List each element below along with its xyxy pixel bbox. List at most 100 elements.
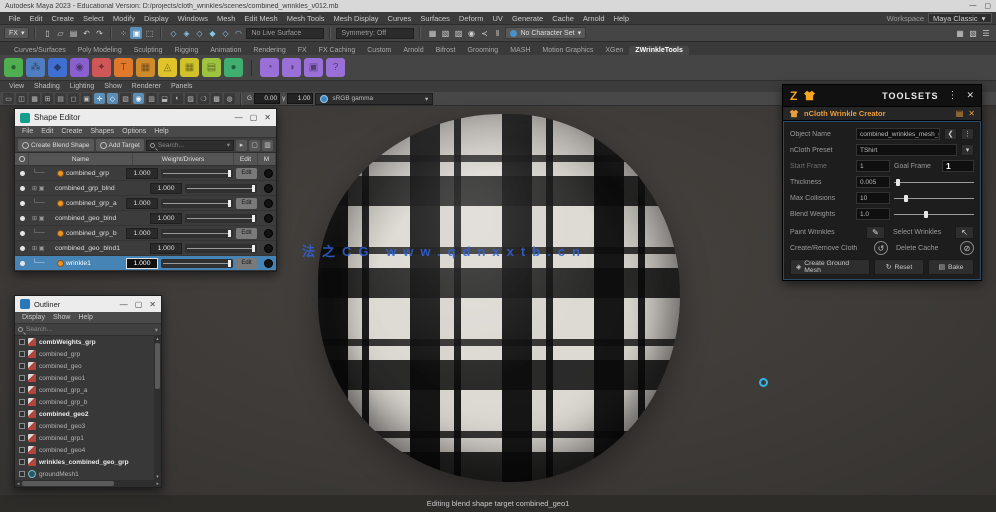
plaid-cloth-object[interactable]: [318, 114, 680, 482]
select-object-icon[interactable]: ▣: [130, 27, 143, 39]
visibility-checkbox[interactable]: [19, 435, 25, 441]
edit-target-button[interactable]: Edit: [236, 257, 257, 269]
field-shelf-icon[interactable]: ●: [224, 58, 243, 77]
workspace-selector[interactable]: Maya Classic ▾: [928, 13, 992, 23]
menu-item[interactable]: Curves: [383, 14, 416, 23]
shelf-tab[interactable]: Grooming: [461, 46, 504, 55]
combined_geo3[interactable]: combined_geo3: [15, 420, 154, 432]
combined_grp_b[interactable]: └── combined_grp_b 1.000 Edit: [15, 226, 276, 241]
shelf-tab[interactable]: Animation: [204, 46, 247, 55]
shape-name[interactable]: combined_geo_blnd: [55, 215, 150, 222]
2d-pan-zoom-icon[interactable]: ◻: [68, 93, 79, 104]
select-hierarchy-icon[interactable]: ⁘: [117, 27, 129, 39]
combined_geo1[interactable]: combined_geo1: [15, 372, 154, 384]
shape-editor-menu-item[interactable]: Options: [118, 128, 150, 135]
slider-handle[interactable]: [895, 179, 900, 186]
options-menu-button[interactable]: ⋮: [961, 128, 974, 140]
exposure-field[interactable]: 0.00: [254, 93, 281, 104]
character-set-selector[interactable]: No Character Set ▾: [505, 27, 587, 39]
row-radio[interactable]: [15, 230, 29, 236]
menu-item[interactable]: File: [4, 14, 25, 23]
node-name[interactable]: combined_grp1: [39, 435, 84, 442]
max-collisions-slider[interactable]: [894, 193, 974, 203]
select-cursor-button[interactable]: ↖: [955, 225, 974, 239]
slider-handle[interactable]: [251, 214, 255, 222]
edit-target-button[interactable]: Edit: [236, 227, 257, 239]
groundMesh1[interactable]: groundMesh1: [15, 468, 154, 480]
lock-camera-icon[interactable]: ◫: [16, 93, 27, 104]
menu-item[interactable]: Mesh Display: [329, 14, 383, 23]
slider-handle[interactable]: [251, 244, 255, 252]
channel-box-icon[interactable]: ☰: [980, 27, 992, 39]
node-name[interactable]: combined_geo1: [39, 375, 85, 382]
lattice-shelf-icon[interactable]: ▦: [136, 58, 155, 77]
nucleus-shelf-icon[interactable]: ◉: [70, 58, 89, 77]
visibility-checkbox[interactable]: [19, 423, 25, 429]
field-chart-icon[interactable]: ▥: [146, 93, 157, 104]
weight-value-field[interactable]: 1.000: [126, 227, 158, 239]
slider-handle[interactable]: [227, 259, 231, 267]
image-plane-icon[interactable]: ▤: [55, 93, 66, 104]
blend-weights-slider[interactable]: [894, 209, 974, 219]
add-target-button[interactable]: Add Target: [95, 139, 144, 151]
blend-weights-field[interactable]: 1.0: [856, 208, 890, 220]
visibility-checkbox[interactable]: [19, 459, 25, 465]
ncloth-collider-icon[interactable]: ◑: [282, 58, 301, 77]
menu-item[interactable]: Help: [609, 14, 633, 23]
thickness-slider[interactable]: [894, 177, 974, 187]
redo-icon[interactable]: ↷: [93, 27, 105, 39]
weight-slider[interactable]: [185, 213, 257, 223]
slider-handle[interactable]: [251, 184, 255, 192]
node-name[interactable]: groundMesh1: [39, 471, 79, 478]
weight-slider[interactable]: [161, 198, 233, 208]
node-editor-icon[interactable]: ≺: [478, 27, 490, 39]
row-radio[interactable]: [15, 215, 29, 221]
viewport-menu-item[interactable]: Lighting: [65, 83, 100, 90]
attribute-editor-icon[interactable]: ▧: [967, 27, 979, 39]
viewport-menu-item[interactable]: View: [4, 83, 29, 90]
snap-grid-icon[interactable]: ◇: [167, 27, 179, 39]
shelf-tab[interactable]: Poly Modeling: [72, 46, 128, 55]
maximize-button[interactable]: ▢: [135, 300, 143, 309]
combined_grp_b[interactable]: combined_grp_b: [15, 396, 154, 408]
weight-slider[interactable]: [185, 243, 257, 253]
outliner-menu-item[interactable]: Help: [74, 314, 96, 321]
outliner-vertical-scrollbar[interactable]: ▴ ▾: [154, 336, 161, 480]
max-collisions-field[interactable]: 10: [856, 192, 890, 204]
row-radio[interactable]: [15, 245, 29, 251]
ncache-icon[interactable]: ▣: [304, 58, 323, 77]
node-name[interactable]: combined_grp_b: [39, 399, 87, 406]
snap-point-icon[interactable]: ◇: [193, 27, 205, 39]
emitter-shelf-icon[interactable]: ◬: [158, 58, 177, 77]
filter-icon[interactable]: ▸: [236, 139, 247, 151]
lights-icon[interactable]: ◍: [224, 93, 235, 104]
ncloth-preset-field[interactable]: TShirt: [856, 144, 957, 156]
shelf-tab[interactable]: XGen: [599, 46, 629, 55]
shelf-tab[interactable]: MASH: [504, 46, 536, 55]
symmetry-field[interactable]: Symmetry: Off: [336, 27, 415, 39]
combined_geo2[interactable]: combined_geo2: [15, 408, 154, 420]
menu-item[interactable]: Mesh Tools: [282, 14, 329, 23]
shape-name[interactable]: combined_geo_blnd1: [55, 245, 150, 252]
modeling-toolkit-icon[interactable]: ▦: [954, 27, 966, 39]
slider-handle[interactable]: [227, 229, 231, 237]
slider-handle[interactable]: [903, 195, 908, 202]
shape-editor-menu-item[interactable]: Help: [150, 128, 172, 135]
row-radio[interactable]: [15, 185, 29, 191]
goal-frame-field[interactable]: 1: [942, 160, 974, 172]
visibility-checkbox[interactable]: [19, 447, 25, 453]
weight-value-field[interactable]: 1.000: [126, 257, 158, 269]
new-scene-icon[interactable]: ▯: [41, 27, 53, 39]
shelf-tab[interactable]: Sculpting: [128, 46, 169, 55]
particles-shelf-icon[interactable]: ⁂: [26, 58, 45, 77]
shape-editor-menu-item[interactable]: Shapes: [86, 128, 118, 135]
node-name[interactable]: combined_grp_a: [39, 387, 87, 394]
weight-column-header[interactable]: Weight/Drivers: [133, 153, 234, 165]
scroll-left-icon[interactable]: ◂: [17, 481, 20, 487]
shape-name[interactable]: combined_grp_blnd: [55, 185, 150, 192]
combWeights_grp[interactable]: combWeights_grp: [15, 336, 154, 348]
menu-item[interactable]: Cache: [548, 14, 579, 23]
close-button[interactable]: ✕: [149, 300, 156, 309]
minimize-button[interactable]: —: [969, 2, 976, 10]
mute-toggle[interactable]: [260, 198, 276, 208]
